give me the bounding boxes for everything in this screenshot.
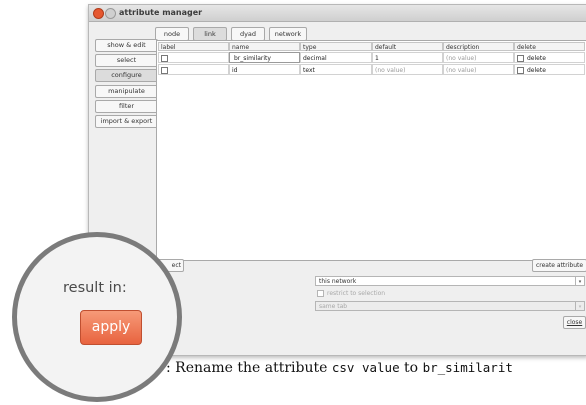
row-2-default[interactable]: (no value) (372, 64, 443, 75)
attribute-table: label name type default description dele… (156, 40, 586, 261)
row-2-type[interactable]: text (300, 64, 372, 75)
target-select-value: this network (319, 278, 357, 285)
row-2-delete-checkbox[interactable] (517, 67, 524, 74)
row-2-description[interactable]: (no value) (443, 64, 514, 75)
header-label: label (158, 42, 229, 51)
tab-network[interactable]: network (269, 27, 307, 41)
row-1-delete-label: delete (527, 55, 546, 62)
caption-new-name: br_similarit (422, 360, 513, 375)
apply-button[interactable]: apply (80, 310, 142, 345)
row-1-name-field[interactable]: br_similarity (229, 52, 300, 63)
window-title: attribute manager (119, 8, 203, 17)
restrict-label: restrict to selection (327, 290, 386, 297)
result-in-label: result in: (63, 280, 127, 296)
chevron-down-icon: ▾ (575, 302, 584, 310)
caption-old-name: csv value (331, 360, 400, 375)
row-2-delete[interactable]: delete (514, 64, 585, 75)
tab-link[interactable]: link (193, 27, 227, 41)
configure-button[interactable]: configure (95, 69, 158, 82)
restrict-option[interactable]: restrict to selection (317, 290, 385, 297)
row-1-label-checkbox[interactable] (158, 52, 229, 63)
close-window-icon[interactable] (93, 8, 104, 19)
minimize-window-icon[interactable] (105, 8, 116, 19)
caption-prefix: : Rename the attribute (166, 360, 328, 376)
row-1-description[interactable]: (no value) (443, 52, 514, 63)
row-2-label-checkbox[interactable] (158, 64, 229, 75)
header-name: name (229, 42, 300, 51)
header-type: type (300, 42, 372, 51)
select-button[interactable]: select (95, 54, 158, 67)
row-1-type[interactable]: decimal (300, 52, 372, 63)
filter-button[interactable]: filter (95, 100, 158, 113)
tab-node[interactable]: node (155, 27, 189, 41)
import-export-button[interactable]: import & export (95, 115, 158, 128)
caption-mid: to (404, 360, 419, 376)
create-attribute-button[interactable]: create attribute (532, 259, 586, 272)
header-default: default (372, 42, 443, 51)
row-1-default[interactable]: 1 (372, 52, 443, 63)
chevron-down-icon: ▾ (575, 277, 584, 285)
close-button[interactable]: close (563, 316, 586, 329)
row-1-delete-checkbox[interactable] (517, 55, 524, 62)
row-1-delete[interactable]: delete (514, 52, 585, 63)
header-description: description (443, 42, 514, 51)
row-2-delete-label: delete (527, 67, 546, 74)
target-select[interactable]: this network ▾ (315, 276, 585, 286)
header-delete: delete (514, 42, 585, 51)
manipulate-button[interactable]: manipulate (95, 85, 158, 98)
show-edit-button[interactable]: show & edit (95, 39, 158, 52)
row-2-name-field[interactable]: id (229, 64, 300, 75)
tab-dyad[interactable]: dyad (231, 27, 265, 41)
title-bar: attribute manager (89, 5, 586, 22)
output-select-value: same tab (319, 303, 348, 310)
restrict-checkbox[interactable] (317, 290, 324, 297)
output-select[interactable]: same tab ▾ (315, 301, 585, 311)
figure-caption: : Rename the attribute csv value to br_s… (166, 360, 513, 376)
